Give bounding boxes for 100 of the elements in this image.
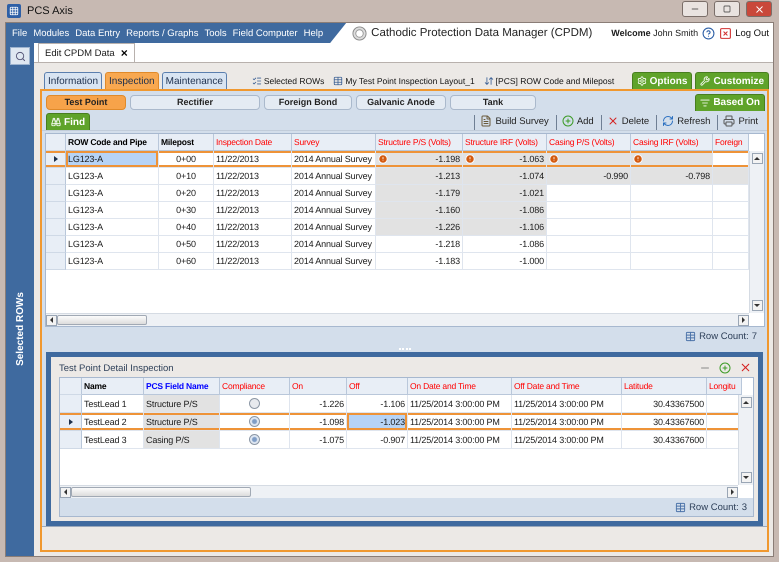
tab-close-button[interactable]: × <box>120 47 128 59</box>
scroll-thumb[interactable] <box>57 315 147 325</box>
column-header[interactable]: On <box>290 378 347 395</box>
maximize-icon <box>723 5 731 13</box>
column-header[interactable]: On Date and Time <box>408 378 512 395</box>
table-cell: -1.000 <box>463 253 547 270</box>
close-icon <box>754 4 764 14</box>
search-icon <box>14 50 26 62</box>
close-button[interactable] <box>746 1 772 17</box>
horizontal-scrollbar[interactable] <box>46 313 749 326</box>
customize-button[interactable]: Customize <box>695 72 769 89</box>
scroll-up-button[interactable] <box>740 397 752 408</box>
column-header[interactable]: Inspection Date <box>214 134 292 151</box>
scroll-thumb[interactable] <box>71 487 251 497</box>
scroll-down-button[interactable] <box>740 472 752 483</box>
welcome-text: Welcome John Smith <box>611 28 698 38</box>
toolbar-link[interactable]: [PCS] ROW Code and Milepost <box>484 76 614 86</box>
toolbar-link[interactable]: Selected ROWs <box>252 76 324 86</box>
column-header[interactable]: Off <box>347 378 408 395</box>
table-cell: 11/22/2013 <box>214 168 292 185</box>
sub-tab[interactable]: Galvanic Anode <box>356 94 446 110</box>
table-cell: 11/25/2014 3:00:00 PM <box>408 395 512 413</box>
build-button[interactable]: Build Survey <box>474 115 552 130</box>
column-header[interactable]: Casing IRF (Volts) <box>631 134 713 151</box>
row-header[interactable] <box>60 413 82 431</box>
sub-tab[interactable]: Test Point <box>46 94 126 110</box>
table-cell: LG123-A <box>66 185 159 202</box>
table-cell: -0.798 <box>631 168 713 185</box>
panel-title: Test Point Detail Inspection <box>59 363 175 374</box>
menu-item[interactable]: Field Computer <box>230 28 301 38</box>
row-header[interactable] <box>46 151 66 168</box>
refresh-icon <box>662 115 674 127</box>
column-header[interactable]: PCS Field Name <box>144 378 220 395</box>
app-icon <box>7 4 21 18</box>
column-header[interactable]: Survey <box>292 134 376 151</box>
menu-item[interactable]: Data Entry <box>72 28 124 38</box>
table-cell: LG123-A <box>66 151 159 168</box>
logout-link[interactable]: Log Out <box>719 26 769 40</box>
column-header[interactable]: Name <box>82 378 144 395</box>
table-cell: -1.213 <box>376 168 463 185</box>
column-header[interactable]: Foreign <box>713 134 749 151</box>
menu-item[interactable]: File <box>9 28 30 38</box>
vertical-scrollbar[interactable] <box>749 151 764 313</box>
column-header[interactable]: Structure P/S (Volts) <box>376 134 463 151</box>
search-button[interactable] <box>10 47 30 65</box>
table-cell: 2014 Annual Survey <box>292 219 376 236</box>
sub-tab[interactable]: Rectifier <box>130 94 260 110</box>
table-cell: TestLead 3 <box>82 431 144 449</box>
find-button[interactable]: Find <box>46 113 90 130</box>
radio-button[interactable] <box>249 434 260 445</box>
table-cell: 0+00 <box>159 151 214 168</box>
menu-item[interactable]: Tools <box>201 28 230 38</box>
radio-button[interactable] <box>249 398 260 409</box>
sub-tab[interactable]: Tank <box>450 94 536 110</box>
scroll-left-button[interactable] <box>46 314 57 326</box>
tab[interactable]: Maintenance <box>162 72 227 89</box>
sidebar-label[interactable]: Selected ROWs <box>14 292 26 366</box>
column-header[interactable]: Milepost <box>159 134 214 151</box>
horizontal-scrollbar[interactable] <box>60 485 738 498</box>
scroll-right-button[interactable] <box>727 486 738 498</box>
column-header[interactable]: Longitu <box>707 378 742 395</box>
add-button[interactable] <box>717 362 733 374</box>
delete-button[interactable]: Delete <box>600 115 652 130</box>
based-on-button[interactable]: Based On <box>695 94 765 110</box>
help-icon[interactable] <box>702 26 716 40</box>
row-pointer-icon <box>54 156 58 162</box>
column-header[interactable]: Structure IRF (Volts) <box>463 134 547 151</box>
table-cell: LG123-A <box>66 202 159 219</box>
menu-item[interactable]: Modules <box>30 28 72 38</box>
table-cell: LG123-A <box>66 168 159 185</box>
column-header[interactable]: ROW Code and Pipe <box>66 134 159 151</box>
table-cell: 0+10 <box>159 168 214 185</box>
scroll-down-button[interactable] <box>752 300 762 311</box>
plus-icon <box>562 115 574 127</box>
sub-tab[interactable]: Foreign Bond <box>264 94 352 110</box>
radio-button[interactable] <box>249 416 260 427</box>
column-header[interactable]: Casing P/S (Volts) <box>547 134 631 151</box>
tab[interactable]: Information <box>44 72 102 89</box>
maximize-button[interactable] <box>714 1 740 17</box>
vertical-scrollbar[interactable] <box>738 395 753 485</box>
minimize-button[interactable] <box>682 1 708 17</box>
table-cell: TestLead 2 <box>82 413 144 431</box>
settings-icon <box>636 76 647 86</box>
scroll-up-button[interactable] <box>752 153 762 164</box>
menu-item[interactable]: Reports / Graphs <box>123 28 202 38</box>
column-header[interactable]: Latitude <box>622 378 707 395</box>
table-cell: LG123-A <box>66 219 159 236</box>
print-button[interactable]: Print <box>717 115 761 130</box>
sort-icon <box>484 76 494 86</box>
toolbar-link[interactable]: My Test Point Inspection Layout_1 <box>333 76 475 86</box>
scroll-left-button[interactable] <box>60 486 71 498</box>
options-button[interactable]: Options <box>632 72 692 89</box>
column-header[interactable]: Compliance <box>220 378 290 395</box>
scroll-right-button[interactable] <box>738 314 749 326</box>
add-button[interactable]: Add <box>556 115 597 130</box>
tab[interactable]: Inspection <box>105 72 159 89</box>
menu-item[interactable]: Help <box>300 28 326 38</box>
column-header[interactable]: Off Date and Time <box>512 378 622 395</box>
refresh-button[interactable]: Refresh <box>656 115 714 130</box>
document-tab[interactable]: Edit CPDM Data × <box>38 43 135 62</box>
